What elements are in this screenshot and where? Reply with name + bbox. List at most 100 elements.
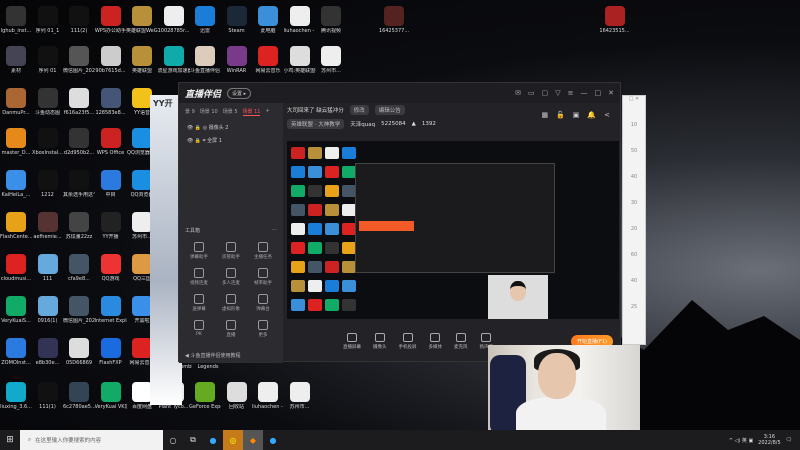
toolbar-button[interactable]: 直播屏幕 [343,332,361,350]
desktop-icon[interactable]: d2d950b2... [63,128,95,156]
tool-item[interactable]: 直播 [215,320,247,338]
header-action-icon[interactable]: 🔓 [556,111,565,119]
desktop-icon[interactable]: liuxing_3.6... [0,382,32,410]
desktop-icon-label[interactable]: Legends [192,362,224,370]
desktop-icon[interactable]: 111 [32,254,64,282]
tab-scene[interactable]: 场景 11 [242,108,261,116]
cortana-icon[interactable]: ○ [163,430,183,450]
tutorial-link[interactable]: ◀ 斗鱼直播伴侣使用教程 [185,352,240,359]
desktop-icon[interactable]: KaiHeiLa_... [0,170,32,198]
desktop-icon[interactable]: 苏炫董22zz [63,212,95,240]
tool-item[interactable]: 更多 [247,320,279,338]
taskbar-search[interactable]: ⌕ 在这里输入你要搜索的内容 [20,430,163,450]
desktop-icon[interactable]: 0916(1) [32,296,64,324]
window-control-icon[interactable]: ▭ [528,89,535,97]
tab-scene[interactable]: 场景 5 [223,108,238,116]
desktop-icon[interactable]: 网易云音乐 [252,46,284,74]
tool-item[interactable]: 虚拟形象 [215,294,247,312]
toolbar-button[interactable]: 麦克风 [454,332,468,350]
desktop-icon[interactable]: 斗鱼动态图 [32,88,64,116]
desktop-icon[interactable]: 微信图片_2021102... [63,46,95,74]
desktop-icon[interactable]: WPS Office [95,128,127,156]
tab-scene[interactable]: 景 9 [185,108,195,116]
tool-item[interactable]: 弹幕台 [247,294,279,312]
header-action-icon[interactable]: ▣ [573,111,580,119]
clock[interactable]: 3:16 2022/8/5 [758,434,780,446]
tool-item[interactable]: 房管助手 [215,242,247,260]
desktop-icon[interactable]: 序列 01 [32,46,64,74]
tool-item[interactable]: 送弹幕 [183,294,215,312]
desktop-icon[interactable]: VeryKuai VK加速器 [95,382,127,410]
desktop-icon[interactable]: Steam [221,6,253,34]
browser-icon[interactable]: ● [203,430,223,450]
notification-icon[interactable]: 🗨 [786,437,792,443]
desktop-icon[interactable]: 序列 01_1 [32,6,64,34]
window-control-icon[interactable]: — [581,89,588,97]
desktop-icon[interactable]: Internet Explorer [95,296,127,324]
desktop-icon[interactable]: 英雄联盟 [126,46,158,74]
desktop-icon[interactable]: 素材 [0,46,32,74]
desktop-icon[interactable]: lghub_inst... [0,6,32,34]
tool-item[interactable]: 视频连麦 [183,268,215,286]
desktop-icon[interactable]: 05D66869 [63,338,95,366]
stream-preview[interactable] [287,141,619,319]
tool-item[interactable]: 帧率助手 [247,268,279,286]
desktop-icon[interactable]: 苏州市... [315,46,347,74]
desktop-icon[interactable]: liuhaochen - 快捷方式(2) [284,6,316,34]
desktop-icon[interactable]: VeryKuaiS... [0,296,32,324]
desktop-icon[interactable]: 斗鱼直播伴侣 [189,46,221,74]
desktop-icon[interactable]: 6c2780ae5... [63,382,95,410]
side-panel[interactable]: □ ✕ 10 50 40 30 20 60 40 25 [622,95,646,345]
window-control-icon[interactable]: ▽ [555,89,560,97]
start-button[interactable]: ⊞ [0,435,20,445]
desktop-icon[interactable]: cfa9e8... [63,254,95,282]
toolbar-button[interactable]: 多媒体 [429,332,442,350]
task-view-icon[interactable]: ⧉ [183,430,203,450]
source-item[interactable]: 👁 🔒 ◎ 摄像头 2 [179,121,283,134]
desktop-icon[interactable]: 其余选手用这个包... [63,170,95,198]
desktop-icon[interactable]: FlashCente... [0,212,32,240]
desktop-icon[interactable]: 苏州市... [284,382,316,410]
desktop-icon[interactable]: aefhemie... [32,212,64,240]
desktop-icon[interactable]: 此电脑 [252,6,284,34]
window-control-icon[interactable]: ✕ [608,89,614,97]
title-bar[interactable]: 直播伴侣 设置 ▸ ✉ ▭ ▢ ▽ ≡ — □ ✕ [179,83,620,103]
window-control-icon[interactable]: ✉ [515,89,521,97]
source-item[interactable]: 👁 🔒 ⌗ 全屏 1 [179,134,283,147]
add-scene-button[interactable]: + [265,108,269,116]
desktop-icon[interactable]: 中目 [95,170,127,198]
toolbar-button[interactable]: 手机投屏 [399,332,417,350]
desktop-icon[interactable]: WPS办公助手 [95,6,127,34]
desktop-icon[interactable]: 111(1) [32,382,64,410]
desktop-icon[interactable]: cloudmusi... [0,254,32,282]
desktop-icon[interactable]: 128583e8... [95,88,127,116]
desktop-icon[interactable]: e8b30e... [32,338,64,366]
tray-icons[interactable]: ^ ◁) 英 ▣ [729,437,753,444]
desktop-icon[interactable]: 迅雷 [189,6,221,34]
desktop-icon[interactable]: 流星游戏加速器 [158,46,190,74]
qq-browser-icon[interactable]: ● [263,430,283,450]
yy-taskbar-icon[interactable]: ◎ [223,430,243,450]
desktop-icon[interactable]: 1212 [32,170,64,198]
douyu-taskbar-icon[interactable]: ◆ [243,430,263,450]
desktop-icon[interactable]: f616a23f5... [63,88,95,116]
header-action-icon[interactable]: < [604,111,610,119]
douyu-live-companion-window[interactable]: 直播伴侣 设置 ▸ ✉ ▭ ▢ ▽ ≡ — □ ✕ 景 9 场景 10 场景 5 场景 11 + 👁 … [178,82,621,363]
tool-item[interactable]: PK [183,320,215,338]
desktop-icon[interactable]: liuhaochen - 快捷方式 [252,382,284,410]
desktop-icon[interactable]: DanmuPr... [0,88,32,116]
tab-scene[interactable]: 场景 10 [200,108,218,116]
toolbar-button[interactable]: 摄像头 [373,332,387,350]
window-control-icon[interactable]: ≡ [568,89,574,97]
side-close-icon[interactable]: □ ✕ [623,96,645,102]
desktop-icon[interactable]: 回收站 [221,382,253,410]
desktop-icon[interactable]: master_D... [0,128,32,156]
category-button[interactable]: 英雄联盟 · 大神教学 [287,119,345,129]
header-action-icon[interactable]: 🔔 [587,111,596,119]
more-icon[interactable]: ⋯ [272,227,277,234]
window-control-icon[interactable]: □ [595,89,602,97]
tool-item[interactable]: 主播任务 [247,242,279,260]
desktop-icon[interactable]: 111(2) [63,6,95,34]
desktop-icon[interactable]: 16425377... [378,6,410,34]
desktop-icon[interactable]: 腾讯视频 [315,6,347,34]
